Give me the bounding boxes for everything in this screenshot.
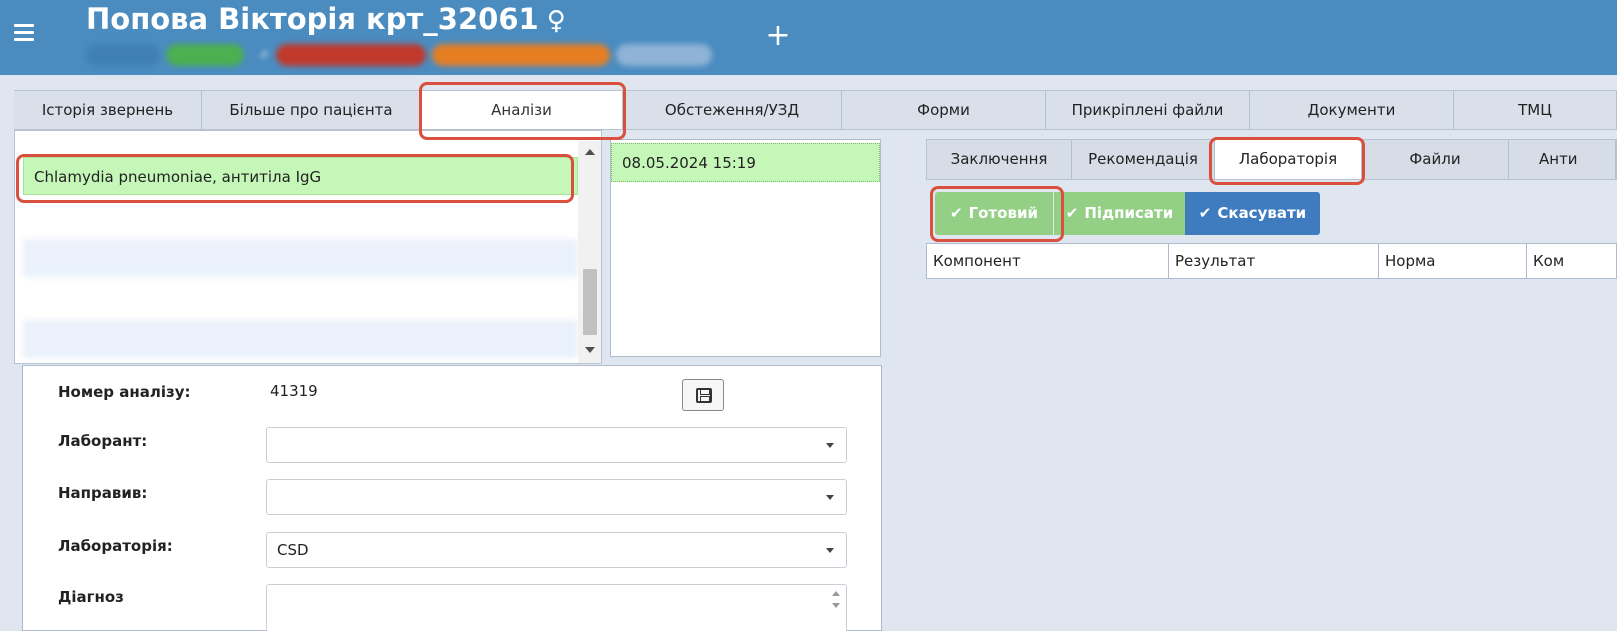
lab-assistant-label: Лаборант: (58, 432, 148, 450)
analysis-number-value: 41319 (270, 382, 318, 400)
result-tab-bar: Заключення Рекомендація Лабораторія Файл… (926, 139, 1617, 180)
badge-discount[interactable] (432, 44, 610, 66)
app-header: Попова Вікторія крт_32061 ♀ ✔ + (0, 0, 1617, 75)
cancel-label: Скасувати (1217, 204, 1307, 222)
subtab-conclusion[interactable]: Заключення (927, 140, 1072, 179)
list-scrollbar[interactable] (578, 141, 601, 363)
sign-label: Підписати (1084, 204, 1174, 222)
scroll-up-icon[interactable] (585, 149, 595, 155)
diagnosis-field[interactable] (266, 584, 847, 631)
column-norm[interactable]: Норма (1379, 244, 1527, 278)
list-item[interactable] (23, 197, 578, 235)
laboratory-value: CSD (277, 541, 309, 559)
patient-title: Попова Вікторія крт_32061 ♀ (86, 2, 566, 36)
save-button[interactable] (682, 379, 724, 411)
check-icon: ✔ (260, 48, 270, 61)
tab-attached-files[interactable]: Прикріплені файли (1046, 91, 1250, 129)
ready-label: Готовий (968, 204, 1038, 222)
tab-documents[interactable]: Документи (1250, 91, 1454, 129)
spin-up-icon[interactable] (832, 591, 840, 596)
tab-inventory[interactable]: ТМЦ (1454, 91, 1617, 129)
lab-assistant-select[interactable] (266, 427, 847, 463)
add-tab-button[interactable]: + (763, 18, 793, 54)
list-item[interactable] (23, 279, 578, 317)
tab-visit-history[interactable]: Історія звернень (14, 91, 202, 129)
menu-icon[interactable] (14, 24, 34, 41)
spin-down-icon[interactable] (832, 603, 840, 608)
badge-extra[interactable] (616, 44, 712, 66)
tab-examinations[interactable]: Обстеження/УЗД (623, 91, 842, 129)
column-comment[interactable]: Ком (1527, 244, 1616, 278)
laboratory-select[interactable]: CSD (266, 532, 847, 568)
floppy-disk-icon (696, 388, 712, 403)
analysis-dates-list: 08.05.2024 15:19 (610, 139, 881, 357)
tab-analyses[interactable]: Аналізи (421, 91, 623, 129)
laboratory-label: Лабораторія: (58, 537, 173, 555)
referred-by-select[interactable] (266, 479, 847, 515)
diagnosis-label: Діагноз (58, 588, 124, 606)
list-item[interactable] (23, 239, 578, 277)
list-item[interactable] (23, 131, 578, 151)
date-row-selected[interactable]: 08.05.2024 15:19 (611, 143, 880, 182)
scroll-down-icon[interactable] (585, 347, 595, 353)
patient-name: Попова Вікторія крт_32061 (86, 2, 539, 36)
tab-forms[interactable]: Форми (842, 91, 1046, 129)
check-icon: ✔ (1065, 204, 1079, 222)
cancel-button[interactable]: ✔ Скасувати (1185, 192, 1320, 235)
column-result[interactable]: Результат (1169, 244, 1379, 278)
badge-birthdate (86, 44, 160, 66)
ready-button[interactable]: ✔ Готовий (935, 192, 1053, 235)
subtab-more[interactable]: Анти (1509, 140, 1616, 179)
subtab-laboratory[interactable]: Лабораторія (1215, 140, 1362, 179)
referred-by-label: Направив: (58, 484, 148, 502)
analyses-list: Chlamydia pneumoniae, антитіла IgG (14, 130, 602, 364)
list-item[interactable] (23, 320, 578, 358)
patient-badges: ✔ (86, 44, 712, 68)
female-icon: ♀ (546, 6, 566, 36)
chevron-down-icon (826, 495, 834, 500)
tab-patient-info[interactable]: Більше про пацієнта (202, 91, 421, 129)
sign-button[interactable]: ✔ Підписати (1054, 192, 1185, 235)
badge-debt[interactable] (276, 44, 426, 66)
chevron-down-icon (826, 443, 834, 448)
check-icon: ✔ (950, 204, 963, 222)
analysis-details-form: Номер аналізу: 41319 Лаборант: Направив:… (22, 365, 882, 631)
list-item-selected[interactable]: Chlamydia pneumoniae, антитіла IgG (23, 157, 578, 195)
subtab-recommendation[interactable]: Рекомендація (1072, 140, 1215, 179)
analysis-number-label: Номер аналізу: (58, 383, 191, 401)
subtab-files[interactable]: Файли (1362, 140, 1509, 179)
check-icon: ✔ (1198, 204, 1212, 222)
results-table-header: Компонент Результат Норма Ком (926, 243, 1617, 279)
badge-age (166, 44, 244, 66)
chevron-down-icon (826, 548, 834, 553)
scroll-thumb[interactable] (583, 269, 597, 335)
column-component[interactable]: Компонент (927, 244, 1169, 278)
main-tab-bar: Історія звернень Більше про пацієнта Ана… (14, 90, 1617, 130)
